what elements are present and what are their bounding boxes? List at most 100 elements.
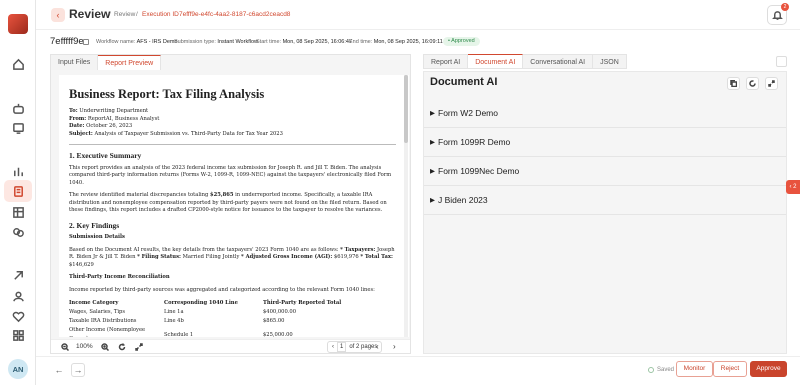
report-document: Business Report: Tax Filing Analysis To:… <box>59 75 409 337</box>
integration-icon[interactable] <box>11 268 25 282</box>
end-time-value: Mon, 08 Sep 2025, 16:09:11 <box>373 39 443 45</box>
execution-id: 7efff9e-e4fc-4aa2-8187-c6acd2ceacd8 <box>179 11 291 18</box>
chat-icon[interactable] <box>11 225 25 239</box>
zoom-in-icon[interactable] <box>101 343 110 353</box>
side-drawer-tab[interactable]: ‹ 2 <box>786 180 800 194</box>
table-cell: $400,000.00 <box>263 309 297 315</box>
table-cell: $25,000.00 <box>263 331 293 338</box>
accordion-label: J Biden 2023 <box>438 195 488 205</box>
report-title: Business Report: Tax Filing Analysis <box>69 87 265 101</box>
zoom-out-icon[interactable] <box>61 343 70 353</box>
divider <box>69 144 396 145</box>
start-time-value: Mon, 08 Sep 2025, 16:06:47 <box>282 39 353 45</box>
left-tabs: Input Files Report Preview <box>51 55 162 70</box>
divider <box>424 214 786 215</box>
report-pane: Input Files Report Preview Business Repo… <box>50 54 411 354</box>
monitor-button[interactable]: Monitor <box>676 361 713 377</box>
logo[interactable] <box>8 14 28 34</box>
submission-type-label: Submission type: <box>174 39 216 45</box>
accordion-j-biden-2023[interactable]: ▶ J Biden 2023 <box>430 195 488 205</box>
viewer-toolbar: 100% ‹ 1 of 2 pages ‹ › <box>51 339 410 353</box>
page-prev-button[interactable]: ‹ <box>332 344 334 350</box>
from-value: ReportAI, Business Analyst <box>87 115 160 122</box>
apps-icon[interactable] <box>11 328 25 342</box>
accordion-form-1099r[interactable]: ▶ Form 1099R Demo <box>430 137 510 147</box>
caret-right-icon: ▶ <box>430 110 435 117</box>
rotate-icon[interactable] <box>118 343 126 353</box>
paragraph: This report provides an analysis of the … <box>69 164 392 186</box>
prev-arrow-icon[interactable]: ← <box>52 363 66 377</box>
accordion-label: Form 1099R Demo <box>438 137 511 147</box>
page-next-icon[interactable]: › <box>393 342 396 351</box>
tab-document-ai[interactable]: Document AI <box>468 54 524 69</box>
notification-button[interactable]: 2 <box>767 3 789 25</box>
breadcrumb-separator: / <box>136 11 138 18</box>
review-icon[interactable] <box>4 180 32 202</box>
monitor-icon[interactable] <box>11 121 25 135</box>
workflow-name-value: AFS - IRS Demo <box>136 39 178 45</box>
sub-heading: Submission Details <box>69 234 125 240</box>
heart-icon[interactable] <box>11 309 25 323</box>
execution-label: Execution ID <box>142 11 179 18</box>
table-icon[interactable] <box>11 205 25 219</box>
date-label: Date: <box>69 123 85 129</box>
table-header: Third-Party Reported Total <box>263 300 342 306</box>
table-cell: Line 4b <box>164 318 184 324</box>
paragraph: The review identified material discrepan… <box>69 192 387 213</box>
next-arrow-icon[interactable]: → <box>71 363 85 377</box>
to-label: To: <box>69 108 78 114</box>
workflow-info-bar: 7efffff9e Workflow name: AFS - IRS Demo … <box>50 36 800 50</box>
accordion-label: Form 1099Nec Demo <box>438 166 520 176</box>
layout-toggle-icon[interactable] <box>776 56 787 67</box>
copy-button[interactable] <box>727 77 740 90</box>
page-current-input[interactable]: 1 <box>337 342 347 352</box>
tab-report-preview[interactable]: Report Preview <box>98 55 162 70</box>
approve-button[interactable]: Approve <box>750 361 787 377</box>
scrollbar-thumb[interactable] <box>404 75 408 143</box>
page-prev-icon[interactable]: ‹ <box>376 342 379 351</box>
avatar[interactable]: AN <box>8 359 28 379</box>
tab-conversational-ai[interactable]: Conversational AI <box>523 54 594 69</box>
users-icon[interactable] <box>11 289 25 303</box>
app-root: AN ‹ Review / Review / Execution ID 7eff… <box>0 0 800 385</box>
bell-icon <box>771 10 783 20</box>
sidebar: AN <box>0 0 36 385</box>
subject-value: Analysis of Taxpayer Submission vs. Thir… <box>94 130 283 137</box>
table-header: Income Category <box>69 300 119 306</box>
copy-icon[interactable] <box>83 39 89 45</box>
refresh-button[interactable] <box>746 77 759 90</box>
tab-json[interactable]: JSON <box>593 54 627 69</box>
fullscreen-icon[interactable] <box>135 343 143 353</box>
caret-right-icon: ▶ <box>430 197 435 204</box>
table-header: Corresponding 1040 Line <box>164 300 238 306</box>
accordion-form-1099nec[interactable]: ▶ Form 1099Nec Demo <box>430 166 519 176</box>
paragraph: Income reported by third-party sources w… <box>69 286 375 293</box>
tab-report-ai[interactable]: Report AI <box>423 54 469 69</box>
table-row: Other Income (Nonemployee Comp.) Schedul… <box>69 326 396 337</box>
right-tabs: Report AI Document AI Conversational AI … <box>423 54 627 69</box>
bot-icon[interactable] <box>11 101 25 115</box>
notification-badge: 2 <box>781 3 789 11</box>
scrollbar[interactable] <box>404 75 408 337</box>
page-title: Review <box>69 7 111 21</box>
table-header-row: Income Category Corresponding 1040 Line … <box>69 299 396 308</box>
status-badge: • Approved <box>443 37 480 46</box>
start-time-label: Start time: <box>256 39 282 45</box>
tab-input-files[interactable]: Input Files <box>51 55 99 70</box>
zoom-level: 100% <box>76 343 93 350</box>
accordion-form-w2[interactable]: ▶ Form W2 Demo <box>430 108 498 118</box>
saved-label: Saved <box>657 367 675 373</box>
breadcrumb-review[interactable]: Review <box>114 11 135 18</box>
expand-icon <box>768 80 775 87</box>
home-icon[interactable] <box>11 57 25 71</box>
end-time-label: End time: <box>349 39 373 45</box>
check-icon <box>648 367 654 373</box>
copy-icon <box>730 80 737 87</box>
expand-button[interactable] <box>765 77 778 90</box>
back-button[interactable]: ‹ <box>51 8 65 22</box>
table-row: Taxable IRA Distributions Line 4b $865.0… <box>69 317 396 326</box>
chart-icon[interactable] <box>11 164 25 178</box>
reject-button[interactable]: Reject <box>713 361 747 377</box>
divider <box>424 185 786 186</box>
date-value: October 26, 2023 <box>86 123 133 129</box>
